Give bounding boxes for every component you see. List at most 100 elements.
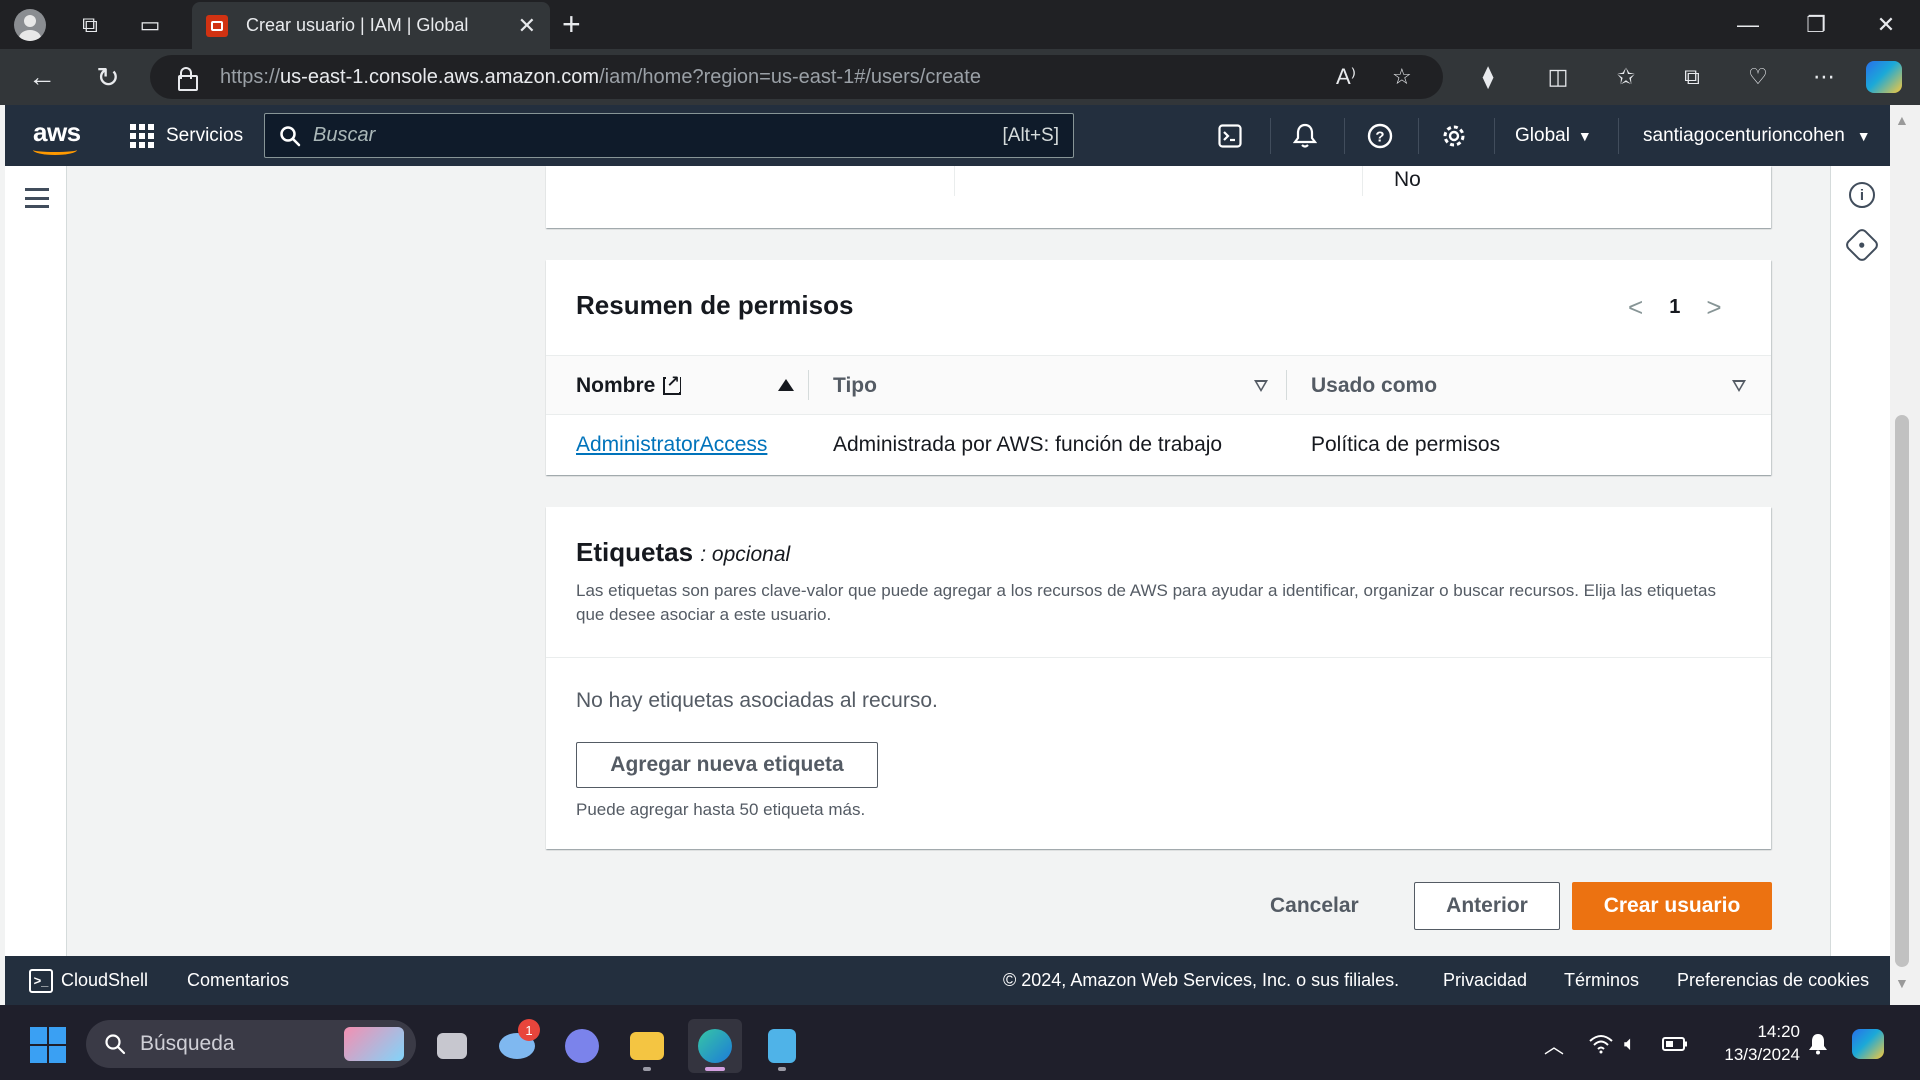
teams-chat-icon[interactable] [555, 1019, 609, 1073]
split-screen-icon[interactable]: ◫ [1530, 49, 1586, 105]
left-navigation-rail [5, 166, 67, 956]
browser-essentials-icon[interactable]: ♡ [1730, 49, 1786, 105]
help-icon[interactable]: ? [1350, 105, 1410, 166]
column-header-type[interactable]: Tipo [833, 356, 877, 416]
sort-used-as-icon[interactable] [1732, 380, 1746, 392]
taskbar-search-icon [105, 1034, 126, 1055]
feedback-link[interactable]: Comentarios [187, 956, 289, 1005]
policy-used-as-cell: Política de permisos [1311, 433, 1501, 456]
search-icon [280, 125, 301, 146]
back-icon[interactable]: ← [14, 49, 70, 105]
more-menu-icon[interactable]: ⋯ [1796, 49, 1852, 105]
tags-description: Las etiquetas son pares clave-valor que … [576, 581, 1716, 624]
previous-page-icon[interactable]: < [1628, 292, 1643, 323]
nav-separator [1418, 118, 1419, 154]
nav-separator [1344, 118, 1345, 154]
new-tab-icon[interactable]: + [562, 6, 581, 43]
privacy-link[interactable]: Privacidad [1443, 956, 1527, 1005]
system-clock[interactable]: 14:20 13/3/2024 [1710, 1020, 1800, 1066]
refresh-icon[interactable]: ↻ [80, 49, 136, 105]
aws-search-input[interactable]: Buscar [Alt+S] [264, 113, 1074, 158]
feedback-hexagon-icon[interactable]: ● [1843, 226, 1881, 264]
policy-type-cell: Administrada por AWS: función de trabajo [833, 433, 1223, 456]
account-menu[interactable]: santiagocenturioncohen ▼ [1643, 105, 1871, 166]
column-header-used-as[interactable]: Usado como [1311, 356, 1437, 416]
aws-logo-smile [33, 145, 77, 155]
task-view-icon[interactable] [425, 1019, 479, 1073]
terms-link[interactable]: Términos [1564, 956, 1639, 1005]
battery-icon[interactable] [1662, 1020, 1688, 1068]
tags-title: Etiquetas : opcional [576, 537, 791, 567]
file-explorer-icon[interactable] [620, 1019, 674, 1073]
minimize-icon[interactable]: — [1714, 0, 1782, 49]
copyright-text: © 2024, Amazon Web Services, Inc. o sus … [1003, 970, 1400, 990]
favorite-star-icon[interactable]: ☆ [1392, 55, 1412, 99]
tab-close-icon[interactable]: ✕ [518, 13, 536, 39]
aws-logo[interactable]: aws [33, 117, 81, 148]
tags-empty-text: No hay etiquetas asociadas al recurso. [576, 689, 938, 712]
profile-avatar-icon[interactable] [0, 0, 60, 49]
edge-browser-icon[interactable] [688, 1019, 742, 1073]
scroll-up-icon[interactable]: ▲ [1895, 112, 1909, 128]
nav-separator [1618, 118, 1619, 154]
cancel-button[interactable]: Cancelar [1270, 882, 1359, 930]
divider [546, 657, 1771, 658]
volume-icon[interactable]: 🔈︎ [1624, 1020, 1636, 1068]
active-indicator [705, 1067, 725, 1071]
copilot-preview-icon[interactable] [1852, 1020, 1884, 1068]
cloudshell-nav-icon[interactable] [1200, 105, 1260, 166]
add-tag-button[interactable]: Agregar nueva etiqueta [576, 742, 878, 788]
tab-actions-icon[interactable]: ▭ [120, 0, 180, 49]
clock-date: 13/3/2024 [1724, 1045, 1800, 1064]
services-label: Servicios [166, 124, 244, 146]
user-details-panel: No [546, 166, 1771, 228]
sort-ascending-icon[interactable] [778, 379, 794, 391]
tags-panel: Etiquetas : opcional Las etiquetas son p… [546, 507, 1771, 849]
browser-tab-active[interactable]: Crear usuario | IAM | Global ✕ [192, 2, 550, 49]
notepad-icon[interactable] [755, 1019, 809, 1073]
menu-hamburger-icon[interactable] [25, 188, 49, 208]
notification-bell-icon[interactable] [1808, 1020, 1828, 1068]
sort-type-icon[interactable] [1254, 380, 1268, 392]
table-header: Nombre Tipo Usado como [546, 355, 1771, 415]
notification-badge: 1 [518, 1019, 540, 1041]
permissions-summary-panel: Resumen de permisos < 1 > Nombre Tipo Us… [546, 260, 1771, 475]
workspaces-icon[interactable]: ⧉ [60, 0, 120, 49]
cloudshell-icon: >_ [29, 968, 53, 993]
notifications-bell-icon[interactable] [1275, 105, 1335, 166]
wifi-icon[interactable] [1588, 1020, 1614, 1068]
previous-button[interactable]: Anterior [1414, 882, 1560, 930]
tags-optional-label: : opcional [700, 543, 791, 566]
account-label: santiagocenturioncohen [1643, 124, 1845, 146]
permissions-summary-title: Resumen de permisos [576, 290, 854, 320]
region-caret-icon: ▼ [1577, 127, 1592, 144]
extensions-icon[interactable]: ⧫ [1460, 49, 1516, 105]
services-menu-button[interactable]: Servicios [130, 105, 243, 166]
scroll-down-icon[interactable]: ▼ [1895, 975, 1909, 991]
page-number[interactable]: 1 [1669, 296, 1680, 319]
cloudshell-button[interactable]: >_ CloudShell [29, 956, 148, 1005]
url-text: https://us-east-1.console.aws.amazon.com… [220, 65, 981, 88]
create-user-button[interactable]: Crear usuario [1572, 882, 1772, 930]
read-aloud-icon[interactable]: A⁾ [1336, 55, 1356, 99]
info-panel-icon[interactable]: i [1849, 182, 1875, 208]
windows-start-icon[interactable] [30, 1027, 66, 1063]
favorites-icon[interactable]: ✩ [1598, 49, 1654, 105]
svg-text:?: ? [1375, 128, 1384, 145]
scrollbar-thumb[interactable] [1895, 415, 1909, 967]
policy-name-link[interactable]: AdministratorAccess [576, 416, 767, 474]
url-field[interactable]: https://us-east-1.console.aws.amazon.com… [150, 55, 1443, 99]
show-hidden-icons[interactable]: ︿ [1544, 1020, 1564, 1068]
copilot-icon[interactable] [1866, 61, 1902, 93]
restore-icon[interactable]: ❐ [1782, 0, 1850, 49]
settings-gear-icon[interactable] [1424, 105, 1484, 166]
column-header-name[interactable]: Nombre [576, 356, 682, 416]
collections-icon[interactable]: ⧉ [1664, 49, 1720, 105]
cookie-preferences-link[interactable]: Preferencias de cookies [1677, 956, 1869, 1005]
window-close-icon[interactable]: ✕ [1852, 0, 1920, 49]
next-page-icon[interactable]: > [1706, 292, 1721, 323]
region-selector[interactable]: Global ▼ [1515, 105, 1592, 166]
taskbar-search-input[interactable]: Búsqueda [86, 1020, 416, 1068]
running-indicator [643, 1067, 651, 1071]
account-caret-icon: ▼ [1856, 127, 1871, 144]
